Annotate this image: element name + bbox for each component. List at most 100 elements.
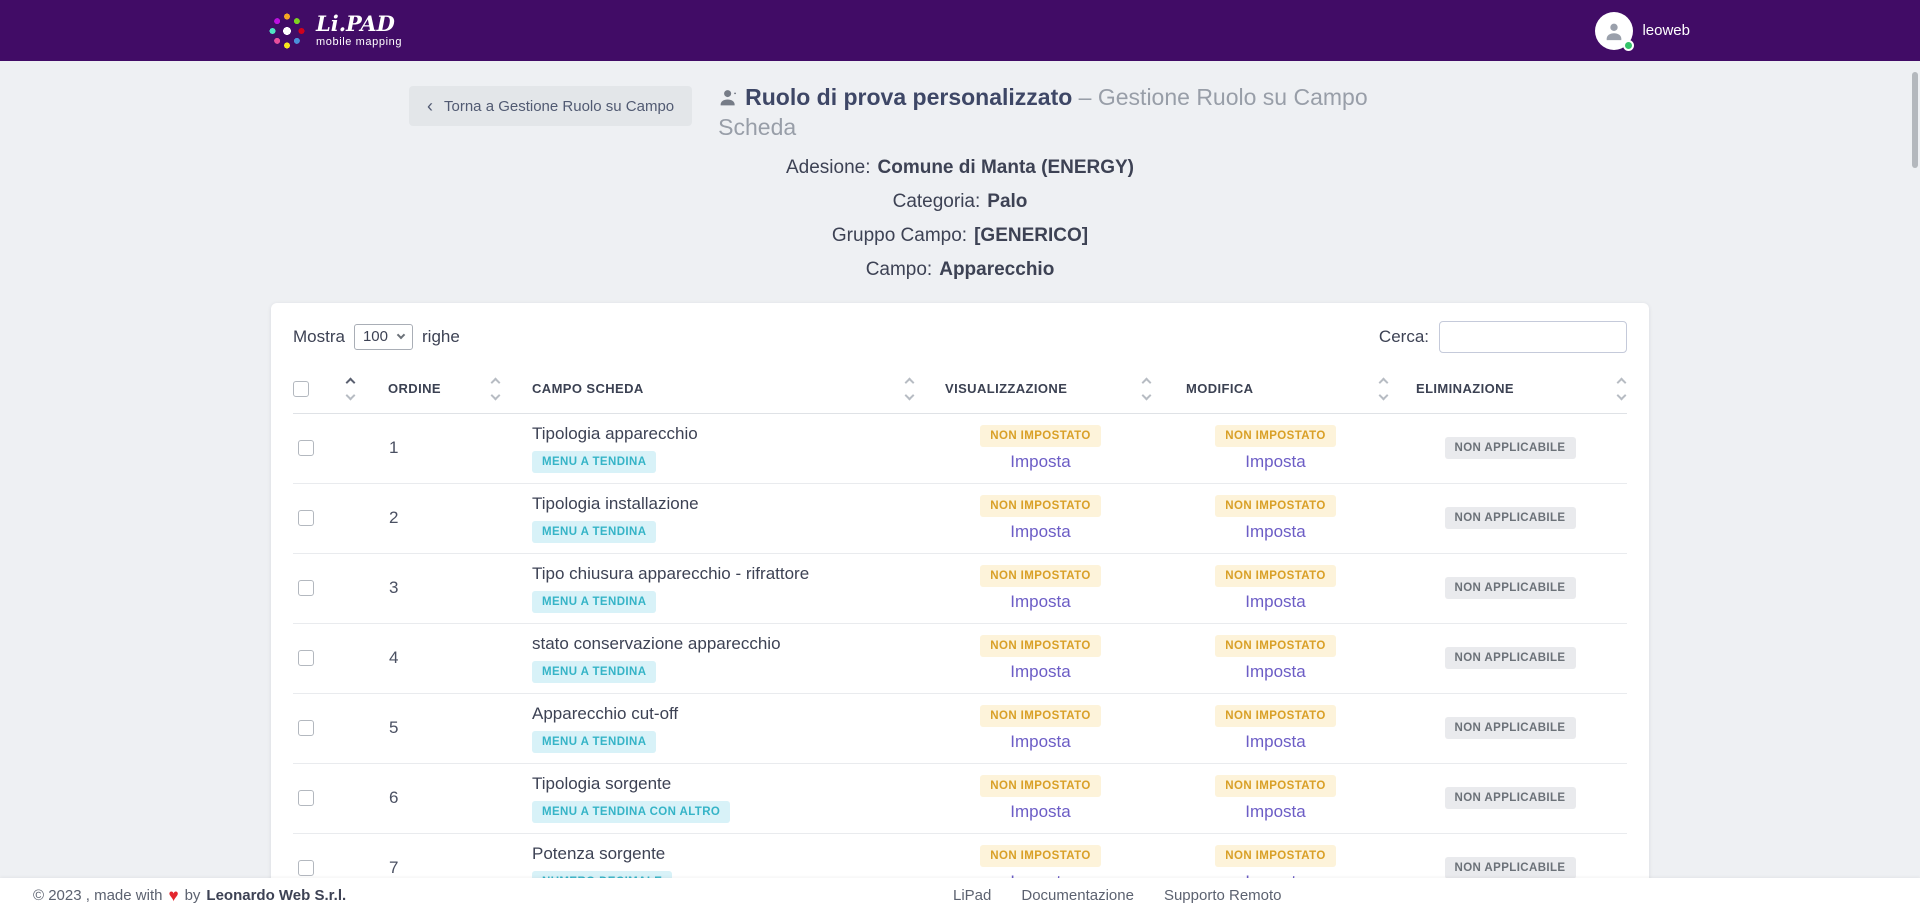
app-logo[interactable]: Li.PAD mobile mapping (268, 12, 402, 50)
table-header-row: ORDINE CAMPO SCHEDA VISUALIZZAZIONE (293, 369, 1627, 414)
copyright-text: © 2023 , made with (33, 887, 162, 904)
row-checkbox[interactable] (298, 510, 314, 526)
page-title-role: Ruolo di prova personalizzato (745, 84, 1072, 110)
table-controls: Mostra 100 righe Cerca: (293, 321, 1627, 353)
eliminazione-status-badge: NON APPLICABILE (1445, 437, 1576, 459)
footer-link-documentazione[interactable]: Documentazione (1021, 887, 1134, 904)
row-checkbox[interactable] (298, 580, 314, 596)
modifica-imposta-link[interactable]: Imposta (1245, 732, 1305, 752)
row-checkbox[interactable] (298, 720, 314, 736)
chevron-left-icon: ‹ (427, 97, 433, 115)
select-all-checkbox[interactable] (293, 381, 309, 397)
row-order: 3 (383, 553, 523, 623)
back-button[interactable]: ‹ Torna a Gestione Ruolo su Campo (409, 86, 692, 126)
info-value: Comune di Manta (ENERGY) (878, 157, 1135, 178)
visualizzazione-status-badge: NON IMPOSTATO (980, 845, 1100, 867)
visualizzazione-imposta-link[interactable]: Imposta (1010, 452, 1070, 472)
field-name: Apparecchio cut-off (532, 704, 923, 724)
table-row: 2 Tipologia installazione MENU A TENDINA… (293, 483, 1627, 553)
modifica-imposta-link[interactable]: Imposta (1245, 802, 1305, 822)
row-order: 5 (383, 693, 523, 763)
sort-arrows-ordine[interactable] (492, 379, 499, 399)
user-icon (1603, 20, 1625, 42)
field-type-badge: MENU A TENDINA CON ALTRO (532, 801, 730, 823)
eliminazione-status-badge: NON APPLICABILE (1445, 717, 1576, 739)
copyright-by: by (185, 887, 201, 904)
modifica-imposta-link[interactable]: Imposta (1245, 592, 1305, 612)
table-row: 6 Tipologia sorgente MENU A TENDINA CON … (293, 763, 1627, 833)
row-order: 2 (383, 483, 523, 553)
footer-link-lipad[interactable]: LiPad (953, 887, 991, 904)
row-checkbox[interactable] (298, 860, 314, 876)
field-type-badge: MENU A TENDINA (532, 731, 656, 753)
row-order: 1 (383, 413, 523, 483)
info-gruppo-campo: Gruppo Campo:[GENERICO] (271, 225, 1649, 247)
online-status-dot (1623, 40, 1634, 51)
sort-arrows-visualizzazione[interactable] (1143, 379, 1150, 399)
modifica-imposta-link[interactable]: Imposta (1245, 452, 1305, 472)
field-type-badge: MENU A TENDINA (532, 451, 656, 473)
column-header-campo-scheda[interactable]: CAMPO SCHEDA (523, 369, 923, 414)
column-header-modifica[interactable]: MODIFICA (1158, 369, 1393, 414)
modifica-imposta-link[interactable]: Imposta (1245, 522, 1305, 542)
context-info: Adesione:Comune di Manta (ENERGY) Catego… (271, 157, 1649, 281)
modifica-imposta-link[interactable]: Imposta (1245, 662, 1305, 682)
table-body: 1 Tipologia apparecchio MENU A TENDINA N… (293, 413, 1627, 903)
sort-arrows-modifica[interactable] (1380, 379, 1387, 399)
search-control: Cerca: (1379, 321, 1627, 353)
sort-arrows-eliminazione[interactable] (1618, 379, 1625, 399)
heart-icon: ♥ (168, 887, 178, 904)
row-checkbox[interactable] (298, 440, 314, 456)
scrollbar-thumb[interactable] (1912, 72, 1918, 168)
modifica-status-badge: NON IMPOSTATO (1215, 495, 1335, 517)
row-order: 4 (383, 623, 523, 693)
row-checkbox[interactable] (298, 790, 314, 806)
modifica-status-badge: NON IMPOSTATO (1215, 845, 1335, 867)
table-row: 4 stato conservazione apparecchio MENU A… (293, 623, 1627, 693)
info-adesione: Adesione:Comune di Manta (ENERGY) (271, 157, 1649, 179)
visualizzazione-imposta-link[interactable]: Imposta (1010, 662, 1070, 682)
user-menu[interactable]: leoweb (1595, 12, 1690, 50)
chevron-down-icon (397, 330, 405, 338)
back-button-label: Torna a Gestione Ruolo su Campo (444, 98, 674, 115)
info-label: Gruppo Campo: (832, 225, 967, 246)
search-input[interactable] (1439, 321, 1627, 353)
column-label: ELIMINAZIONE (1416, 381, 1514, 396)
search-label: Cerca: (1379, 327, 1429, 347)
eliminazione-status-badge: NON APPLICABILE (1445, 507, 1576, 529)
page-length-control: Mostra 100 righe (293, 324, 460, 350)
modifica-status-badge: NON IMPOSTATO (1215, 425, 1335, 447)
column-header-eliminazione[interactable]: ELIMINAZIONE (1393, 369, 1627, 414)
column-label: CAMPO SCHEDA (532, 381, 644, 396)
visualizzazione-status-badge: NON IMPOSTATO (980, 425, 1100, 447)
column-label: VISUALIZZAZIONE (945, 381, 1067, 396)
column-header-visualizzazione[interactable]: VISUALIZZAZIONE (923, 369, 1158, 414)
visualizzazione-imposta-link[interactable]: Imposta (1010, 522, 1070, 542)
field-name: Potenza sorgente (532, 844, 923, 864)
role-user-icon (718, 87, 739, 108)
visualizzazione-status-badge: NON IMPOSTATO (980, 705, 1100, 727)
sort-arrows-select[interactable] (347, 379, 354, 399)
column-label: MODIFICA (1186, 381, 1253, 396)
visualizzazione-imposta-link[interactable]: Imposta (1010, 732, 1070, 752)
row-checkbox[interactable] (298, 650, 314, 666)
sort-arrows-campo-scheda[interactable] (906, 379, 913, 399)
field-type-badge: MENU A TENDINA (532, 521, 656, 543)
visualizzazione-imposta-link[interactable]: Imposta (1010, 592, 1070, 612)
username: leoweb (1642, 22, 1690, 39)
length-label-after: righe (422, 327, 460, 347)
footer-link-supporto-remoto[interactable]: Supporto Remoto (1164, 887, 1282, 904)
info-value: Palo (987, 191, 1027, 212)
table-card: Mostra 100 righe Cerca: (271, 303, 1649, 912)
company-name: Leonardo Web S.r.l. (206, 887, 346, 904)
logo-subtitle: mobile mapping (316, 37, 402, 49)
column-header-ordine[interactable]: ORDINE (383, 369, 523, 414)
page-title: Ruolo di prova personalizzato – Gestione… (718, 82, 1398, 143)
length-label-before: Mostra (293, 327, 345, 347)
visualizzazione-imposta-link[interactable]: Imposta (1010, 802, 1070, 822)
eliminazione-status-badge: NON APPLICABILE (1445, 647, 1576, 669)
info-label: Campo: (866, 259, 933, 280)
page-length-select[interactable]: 100 (354, 324, 413, 350)
logo-title: Li.PAD (316, 13, 402, 35)
field-type-badge: MENU A TENDINA (532, 591, 656, 613)
